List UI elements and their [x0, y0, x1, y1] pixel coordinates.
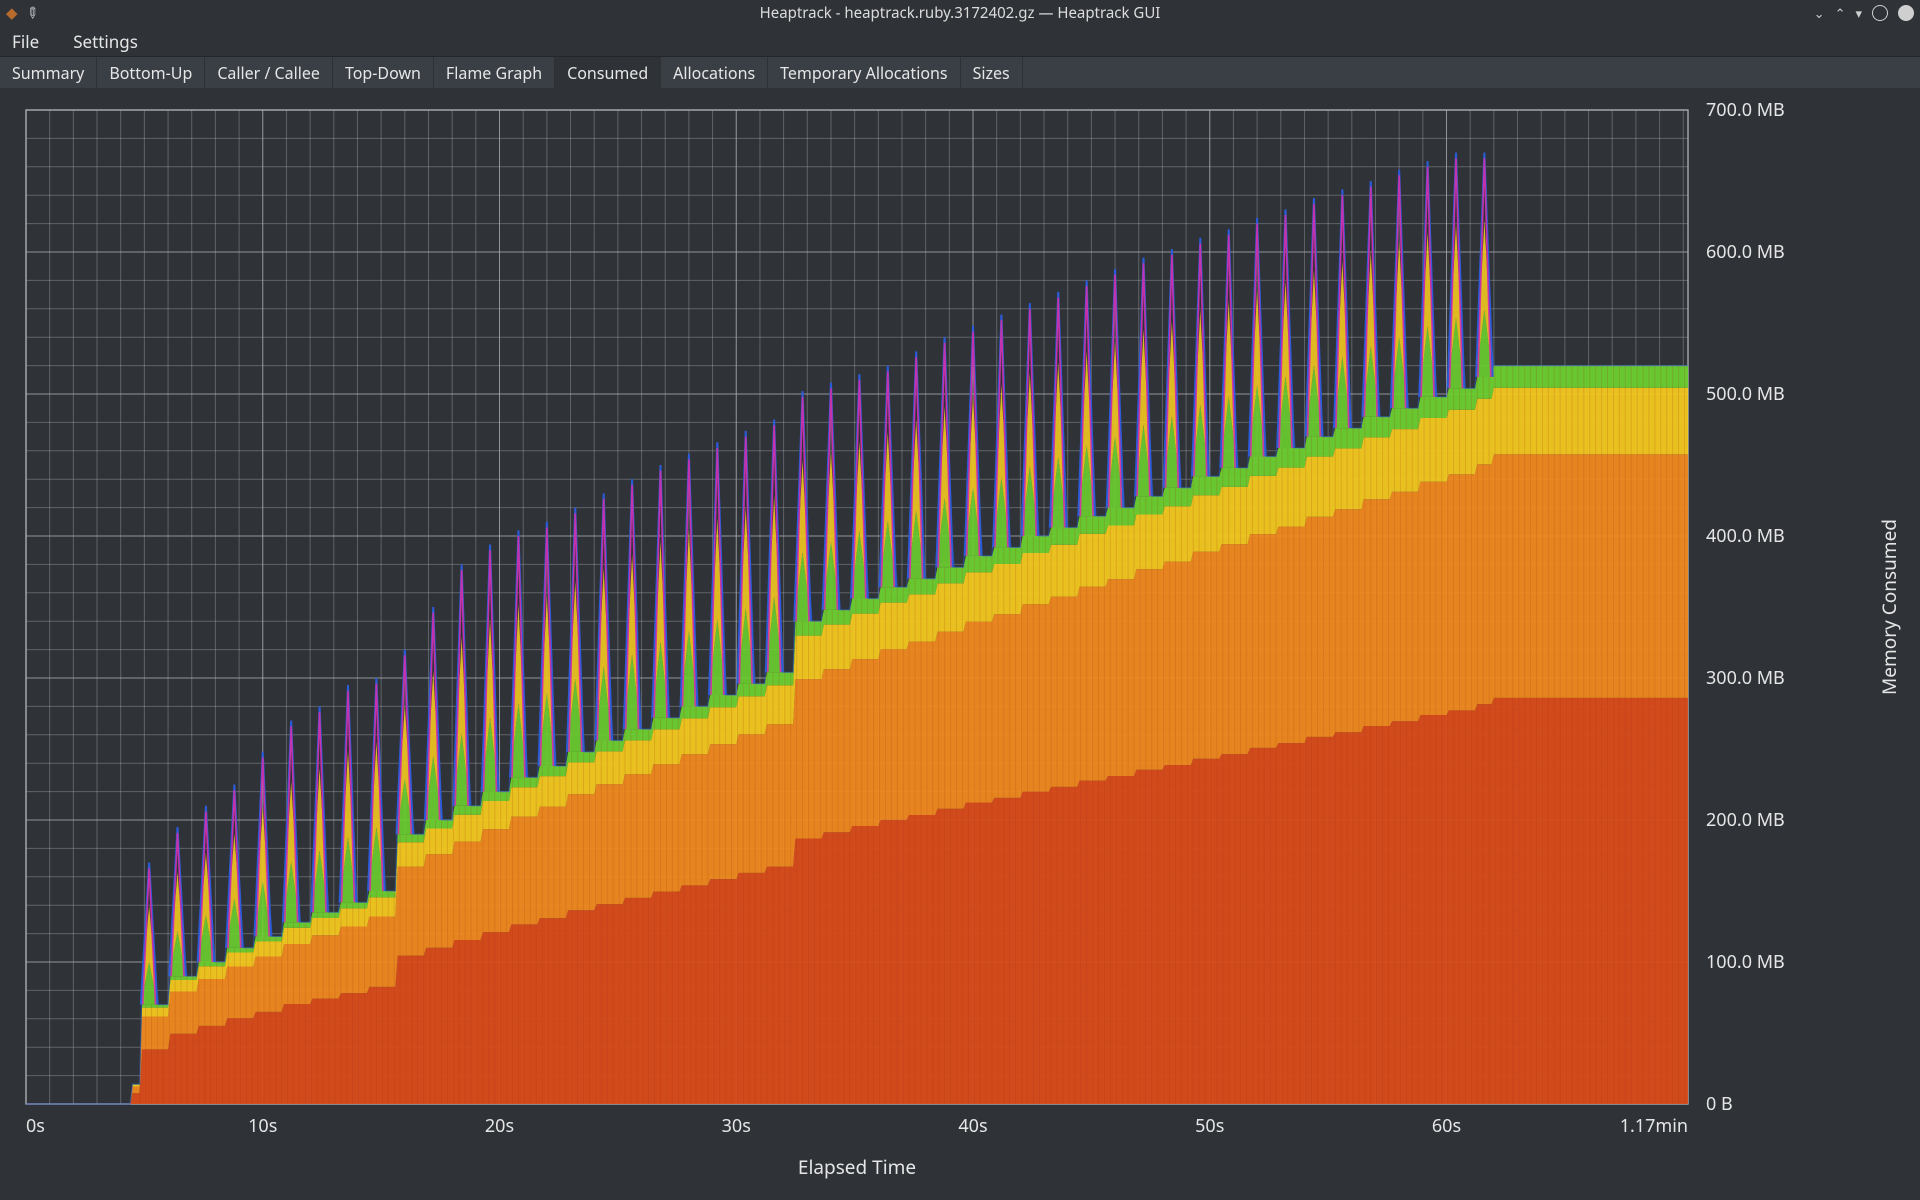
svg-text:500.0 MB: 500.0 MB	[1706, 382, 1785, 406]
svg-text:30s: 30s	[722, 1114, 751, 1138]
tab-allocations[interactable]: Allocations	[661, 57, 768, 89]
window-collapse-up-icon[interactable]: ⌃	[1835, 4, 1846, 22]
memory-consumed-chart[interactable]: 0s 10s 20s 30s 40s 50s 60s 1.17min 0 B 100.0 MB 20…	[0, 88, 1920, 1200]
pin-icon[interactable]: ✎	[20, 1, 43, 24]
tab-caller-callee[interactable]: Caller / Callee	[205, 57, 333, 89]
svg-text:Elapsed Time: Elapsed Time	[798, 1154, 916, 1180]
svg-text:200.0 MB: 200.0 MB	[1706, 808, 1785, 832]
svg-text:10s: 10s	[248, 1114, 277, 1138]
tab-bar: Summary Bottom-Up Caller / Callee Top-Do…	[0, 56, 1920, 90]
svg-text:40s: 40s	[958, 1114, 987, 1138]
window-title: Heaptrack - heaptrack.ruby.3172402.gz — …	[760, 3, 1161, 23]
tab-top-down[interactable]: Top-Down	[333, 57, 434, 89]
window-close-icon[interactable]	[1898, 5, 1914, 21]
menu-file[interactable]: File	[8, 26, 43, 57]
window-maximize-icon[interactable]	[1872, 5, 1888, 21]
window-collapse-down-icon[interactable]: ⌄	[1814, 4, 1825, 22]
svg-text:50s: 50s	[1195, 1114, 1224, 1138]
menu-bar: File Settings	[0, 26, 1920, 56]
window-titlebar: ◆ ✎ Heaptrack - heaptrack.ruby.3172402.g…	[0, 0, 1920, 26]
svg-text:400.0 MB: 400.0 MB	[1706, 524, 1785, 548]
tab-temporary-allocations[interactable]: Temporary Allocations	[768, 57, 960, 89]
svg-text:Memory Consumed: Memory Consumed	[1876, 519, 1902, 695]
svg-text:1.17min: 1.17min	[1620, 1114, 1688, 1138]
tab-flame-graph[interactable]: Flame Graph	[434, 57, 555, 89]
app-icon: ◆	[6, 3, 18, 23]
chart-area[interactable]: 0s 10s 20s 30s 40s 50s 60s 1.17min 0 B 100.0 MB 20…	[0, 88, 1920, 1200]
window-minimize-icon[interactable]: ▾	[1855, 4, 1862, 22]
svg-text:0 B: 0 B	[1706, 1092, 1733, 1116]
svg-text:0s: 0s	[26, 1114, 45, 1138]
tab-spacer	[1023, 57, 1920, 89]
tab-consumed[interactable]: Consumed	[555, 57, 661, 90]
tab-bottom-up[interactable]: Bottom-Up	[97, 57, 205, 89]
tab-sizes[interactable]: Sizes	[961, 57, 1023, 89]
svg-text:60s: 60s	[1432, 1114, 1461, 1138]
svg-text:300.0 MB: 300.0 MB	[1706, 666, 1785, 690]
svg-text:700.0 MB: 700.0 MB	[1706, 98, 1785, 122]
menu-settings[interactable]: Settings	[69, 26, 142, 57]
svg-text:600.0 MB: 600.0 MB	[1706, 240, 1785, 264]
tab-summary[interactable]: Summary	[0, 57, 97, 89]
svg-text:100.0 MB: 100.0 MB	[1706, 950, 1785, 974]
svg-text:20s: 20s	[485, 1114, 514, 1138]
